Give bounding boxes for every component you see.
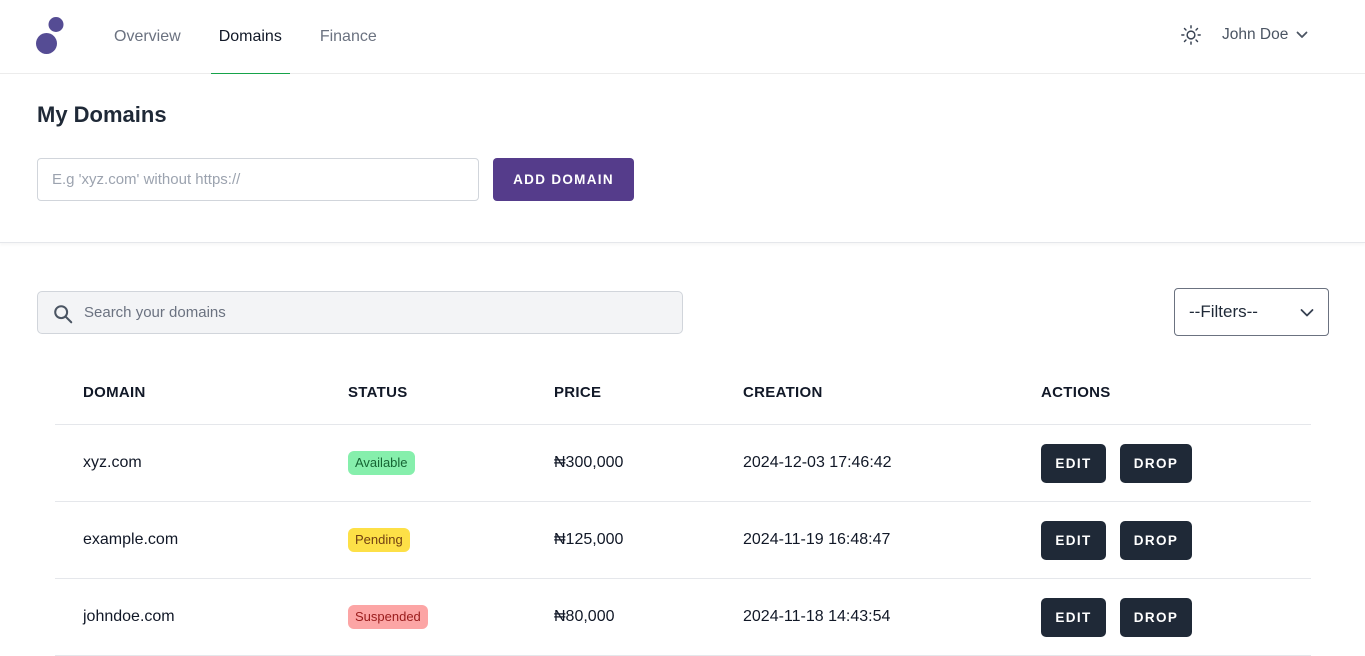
edit-button[interactable]: EDIT [1041, 443, 1106, 483]
status-cell: Pending [348, 502, 410, 578]
actions-cell: EDIT DROP [1041, 425, 1192, 501]
drop-button[interactable]: DROP [1120, 520, 1192, 560]
domain-cell: xyz.com [83, 454, 142, 471]
chevron-down-icon [1296, 31, 1308, 38]
actions-cell: EDIT DROP [1041, 579, 1192, 655]
creation-cell: 2024-11-19 16:48:47 [743, 531, 891, 548]
add-domain-button[interactable]: ADD DOMAIN [493, 158, 634, 201]
main-nav: Overview Domains Finance [95, 0, 396, 75]
creation-cell: 2024-11-18 14:43:54 [743, 608, 891, 625]
domains-table: DOMAIN STATUS PRICE CREATION ACTIONS xyz… [55, 369, 1311, 656]
creation-cell: 2024-12-03 17:46:42 [743, 454, 892, 471]
domain-input[interactable] [37, 158, 479, 201]
table-row: example.com Pending ₦125,000 2024-11-19 … [55, 502, 1311, 579]
nav-item-domains[interactable]: Domains [200, 0, 301, 75]
table-row: xyz.com Available ₦300,000 2024-12-03 17… [55, 425, 1311, 502]
nav-item-overview[interactable]: Overview [95, 0, 200, 74]
edit-button[interactable]: EDIT [1041, 520, 1106, 560]
edit-button[interactable]: EDIT [1041, 597, 1106, 637]
filter-select[interactable]: --Filters-- [1174, 288, 1329, 336]
table-header: DOMAIN STATUS PRICE CREATION ACTIONS [55, 369, 1311, 425]
filter-selected-value: --Filters-- [1189, 302, 1258, 321]
column-header-price: PRICE [554, 384, 602, 401]
search-box [37, 291, 683, 334]
drop-button[interactable]: DROP [1120, 443, 1192, 483]
column-header-status: STATUS [348, 384, 408, 401]
status-badge: Available [348, 451, 415, 475]
price-cell: ₦300,000 [554, 454, 624, 471]
add-domain-section: My Domains ADD DOMAIN [0, 74, 1365, 243]
price-cell: ₦80,000 [554, 608, 615, 625]
column-header-domain: DOMAIN [83, 384, 146, 401]
user-menu[interactable]: John Doe [1222, 24, 1308, 46]
status-badge: Suspended [348, 605, 428, 629]
column-header-creation: CREATION [743, 384, 823, 401]
chevron-down-icon [1300, 309, 1314, 317]
page-title: My Domains [37, 102, 167, 127]
status-cell: Suspended [348, 579, 428, 655]
drop-button[interactable]: DROP [1120, 597, 1192, 637]
column-header-actions: ACTIONS [1041, 384, 1111, 401]
status-badge: Pending [348, 528, 410, 552]
table-row: johndoe.com Suspended ₦80,000 2024-11-18… [55, 579, 1311, 656]
status-cell: Available [348, 425, 415, 501]
search-icon [54, 305, 73, 324]
actions-cell: EDIT DROP [1041, 502, 1192, 578]
price-cell: ₦125,000 [554, 531, 624, 548]
logo-icon[interactable] [36, 17, 66, 55]
sun-icon[interactable] [1180, 24, 1202, 46]
top-navbar: Overview Domains Finance John Doe [0, 0, 1365, 75]
search-input[interactable] [84, 292, 674, 333]
domain-cell: example.com [83, 531, 179, 548]
user-name: John Doe [1222, 26, 1289, 43]
domain-cell: johndoe.com [83, 608, 175, 625]
nav-item-finance[interactable]: Finance [301, 0, 396, 74]
